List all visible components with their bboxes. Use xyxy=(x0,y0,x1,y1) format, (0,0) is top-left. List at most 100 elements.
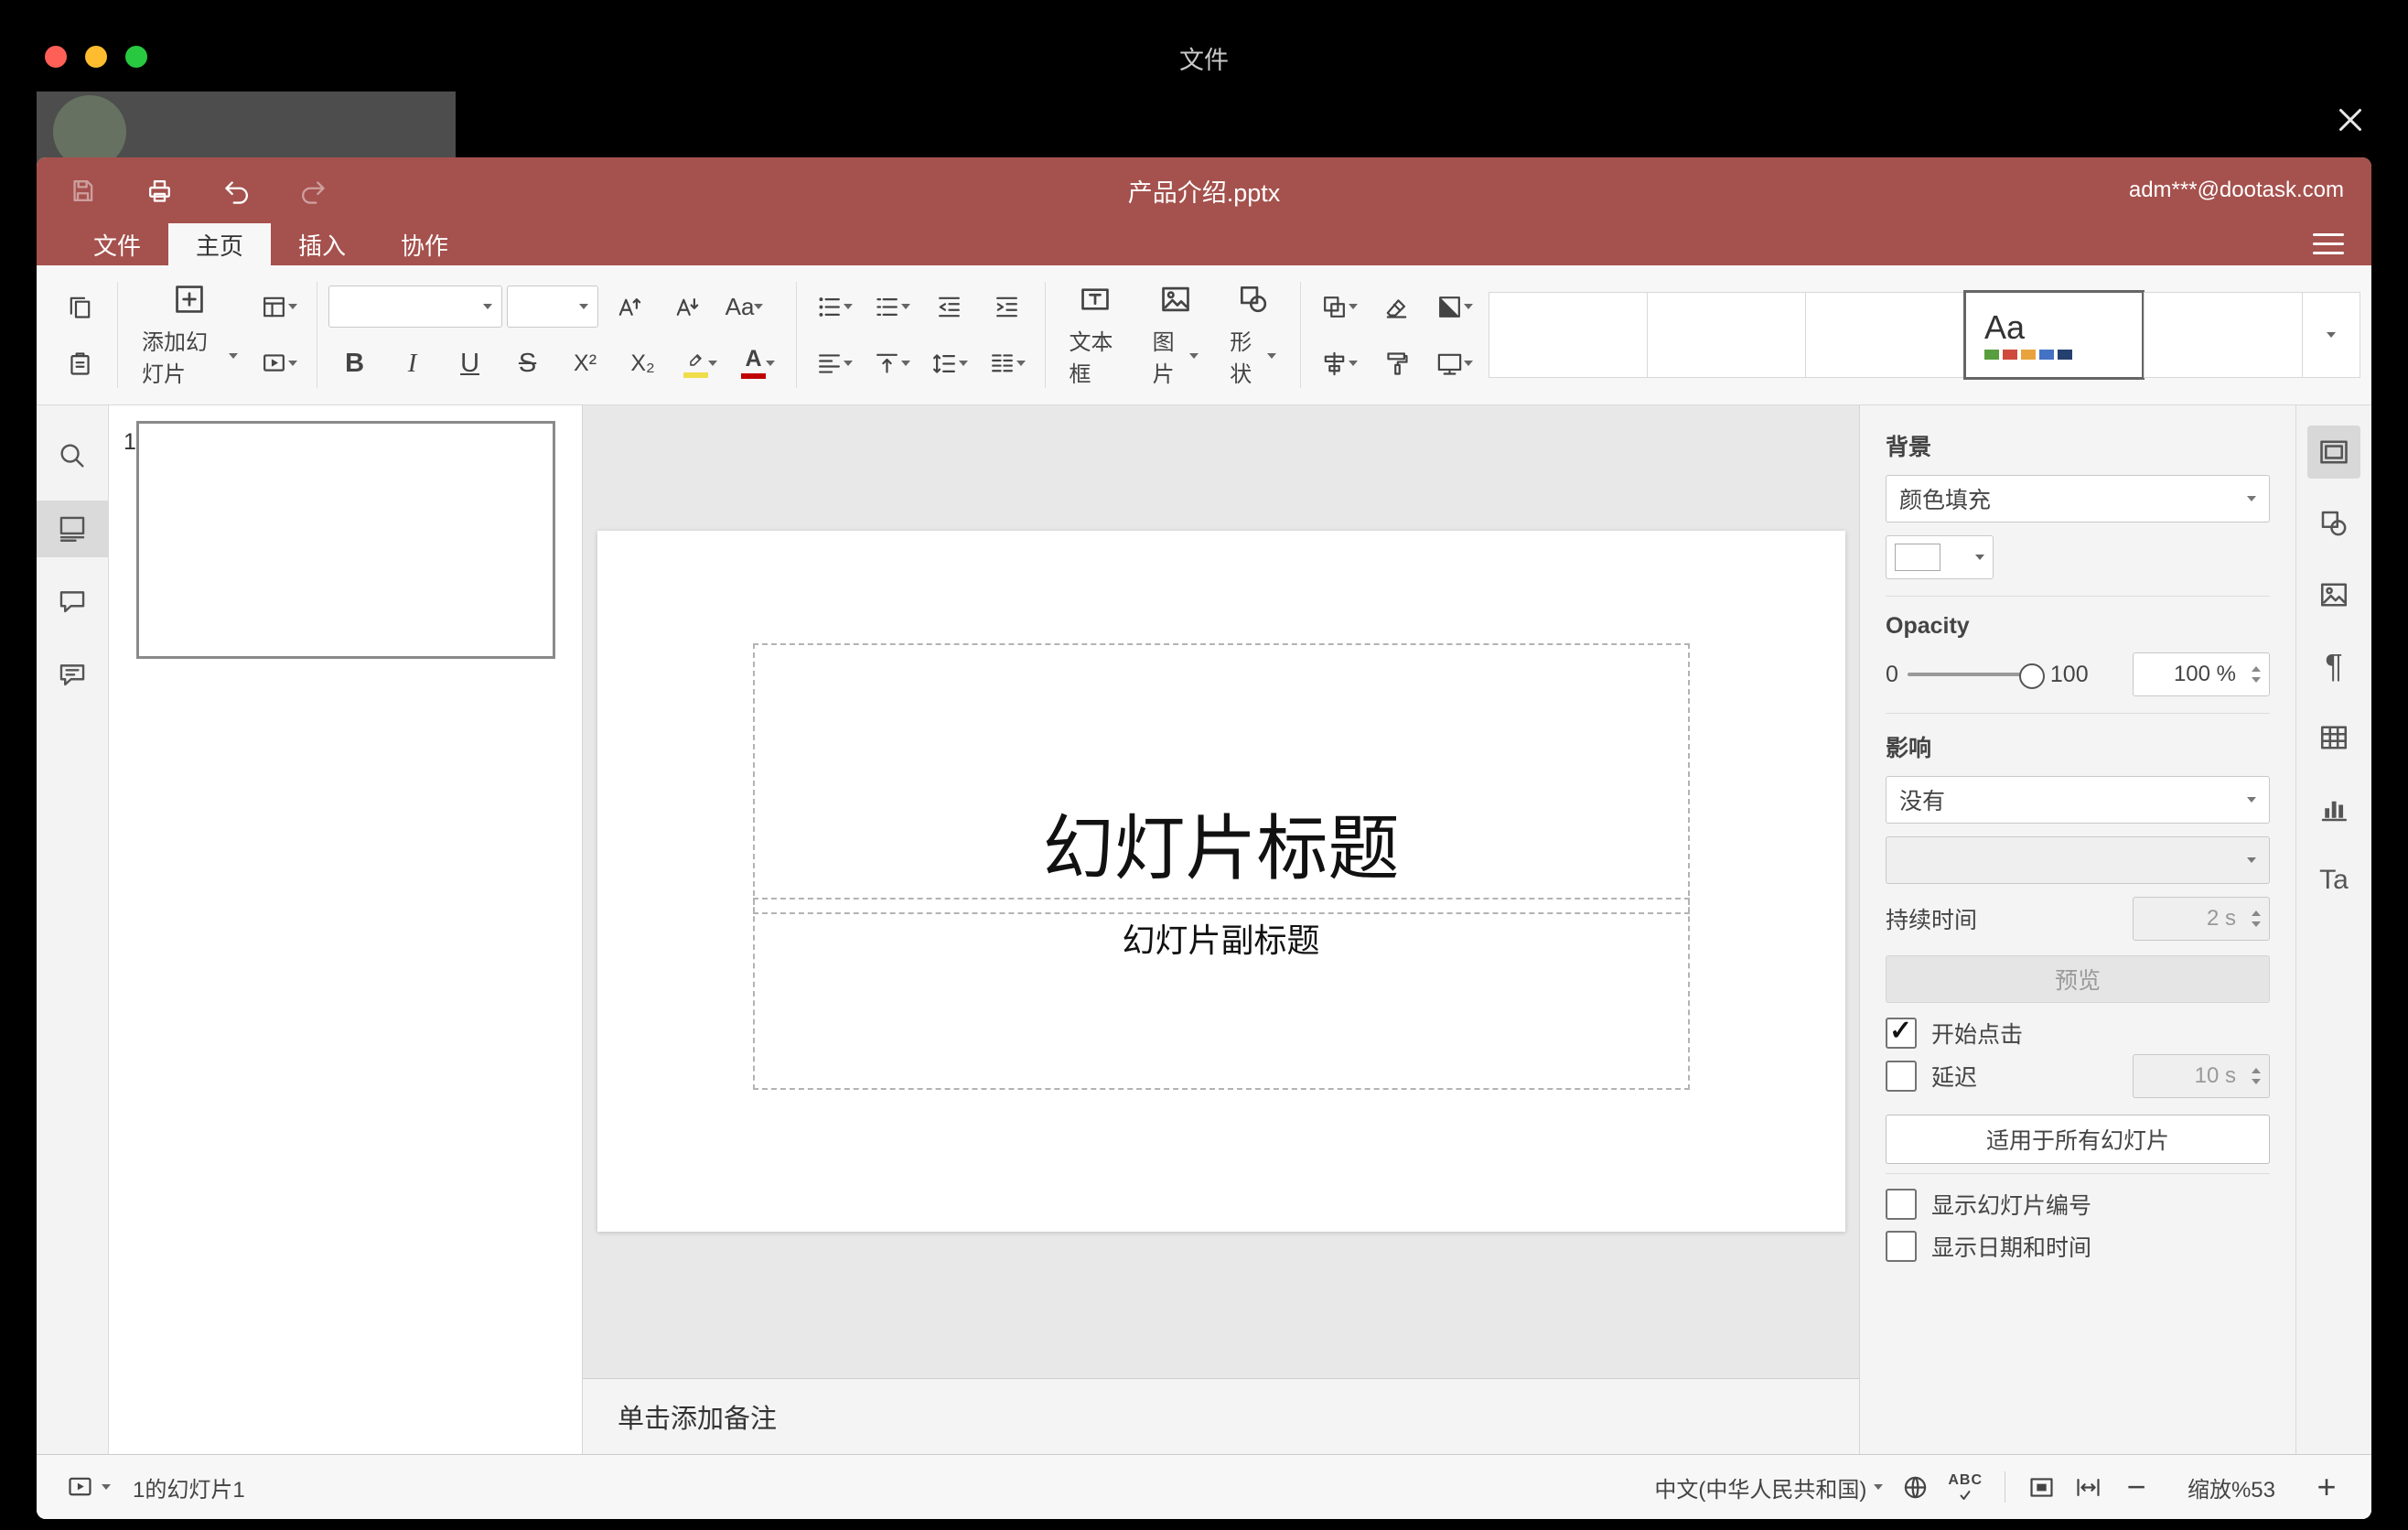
tab-home[interactable]: 主页 xyxy=(168,223,272,265)
decrease-font-button[interactable] xyxy=(661,283,714,330)
underline-button[interactable]: U xyxy=(444,339,497,387)
spellcheck-button[interactable]: ABC xyxy=(1942,1465,1988,1509)
change-case-button[interactable]: Aa xyxy=(718,283,771,330)
traffic-light-close[interactable] xyxy=(45,46,67,68)
search-button[interactable] xyxy=(37,427,108,484)
menu-icon[interactable] xyxy=(2313,233,2344,254)
subscript-button[interactable]: X₂ xyxy=(617,339,670,387)
bullets-button[interactable] xyxy=(808,283,861,330)
delay-row[interactable]: 延迟 xyxy=(1886,1055,1977,1097)
apply-to-all-slides-button[interactable]: 适用于所有幻灯片 xyxy=(1886,1115,2270,1164)
start-slideshow-status-button[interactable] xyxy=(60,1465,116,1509)
spinner-arrows[interactable] xyxy=(2252,1068,2261,1084)
slide-thumbnail[interactable] xyxy=(136,421,555,659)
columns-button[interactable] xyxy=(981,339,1034,387)
slide-canvas[interactable]: 幻灯片标题 幻灯片副标题 xyxy=(583,405,1859,1378)
image-settings-button[interactable] xyxy=(2307,568,2360,621)
show-date-time-row[interactable]: 显示日期和时间 xyxy=(1886,1225,2270,1267)
show-slide-number-row[interactable]: 显示幻灯片编号 xyxy=(1886,1183,2270,1225)
theme-tile-2[interactable] xyxy=(1647,292,1806,378)
align-shape-button[interactable] xyxy=(1312,339,1365,387)
tab-insert[interactable]: 插入 xyxy=(271,223,373,265)
theme-tile-5[interactable] xyxy=(2144,292,2303,378)
clear-style-button[interactable] xyxy=(1370,283,1423,330)
zoom-in-button[interactable]: + xyxy=(2306,1465,2348,1509)
table-settings-button[interactable] xyxy=(2307,711,2360,764)
slides-panel-button[interactable] xyxy=(37,501,108,557)
fill-type-select[interactable]: 颜色填充 xyxy=(1886,475,2270,523)
increase-font-button[interactable] xyxy=(603,283,656,330)
show-date-time-checkbox[interactable] xyxy=(1886,1231,1917,1262)
spinner-arrows[interactable] xyxy=(2252,910,2261,927)
increase-indent-button[interactable] xyxy=(981,283,1034,330)
duration-input[interactable]: 2 s xyxy=(2133,897,2270,941)
fit-to-width-button[interactable] xyxy=(2069,1465,2108,1509)
spinner-down-icon[interactable] xyxy=(2252,921,2261,927)
spinner-down-icon[interactable] xyxy=(2252,1079,2261,1084)
tab-file[interactable]: 文件 xyxy=(66,223,168,265)
copy-button[interactable] xyxy=(53,283,106,330)
set-language-button[interactable] xyxy=(1896,1465,1935,1509)
slide-settings-button[interactable] xyxy=(2307,426,2360,479)
add-slide-button[interactable]: 添加幻灯片 xyxy=(129,271,251,399)
theme-gallery-expand-button[interactable] xyxy=(2302,292,2360,378)
spinner-up-icon[interactable] xyxy=(2252,666,2261,672)
shape-settings-button[interactable] xyxy=(2307,497,2360,550)
opacity-input[interactable]: 100 % xyxy=(2133,652,2270,696)
notes-area[interactable]: 单击添加备注 xyxy=(583,1378,1859,1454)
print-button[interactable] xyxy=(141,172,177,209)
start-on-click-row[interactable]: 开始点击 xyxy=(1886,1012,2270,1054)
subtitle-placeholder[interactable]: 幻灯片副标题 xyxy=(752,898,1690,1090)
preview-button[interactable]: 预览 xyxy=(1886,955,2270,1003)
spinner-up-icon[interactable] xyxy=(2252,910,2261,916)
textart-settings-button[interactable]: Ta xyxy=(2307,854,2360,907)
insert-shape-button[interactable]: 形状 xyxy=(1217,271,1289,399)
font-size-combo[interactable] xyxy=(506,286,598,328)
traffic-light-minimize[interactable] xyxy=(85,46,107,68)
close-preview-button[interactable] xyxy=(2324,93,2377,146)
arrange-shape-button[interactable] xyxy=(1312,283,1365,330)
vertical-align-button[interactable] xyxy=(865,339,919,387)
horizontal-align-button[interactable] xyxy=(808,339,861,387)
tab-collaboration[interactable]: 协作 xyxy=(373,223,476,265)
paste-button[interactable] xyxy=(53,339,106,387)
background-color-picker[interactable] xyxy=(1886,535,1994,579)
slide-layout-button[interactable] xyxy=(253,283,306,330)
line-spacing-button[interactable] xyxy=(923,339,976,387)
strikethrough-button[interactable]: S xyxy=(501,339,554,387)
spinner-down-icon[interactable] xyxy=(2252,677,2261,683)
theme-tile-1[interactable] xyxy=(1489,292,1648,378)
theme-tile-current[interactable]: Aa xyxy=(1963,290,2145,380)
italic-button[interactable]: I xyxy=(386,339,439,387)
feedback-button[interactable] xyxy=(37,647,108,704)
numbering-button[interactable] xyxy=(865,283,919,330)
chart-settings-button[interactable] xyxy=(2307,782,2360,835)
save-button[interactable] xyxy=(64,172,101,209)
start-slideshow-button[interactable] xyxy=(253,339,306,387)
fit-to-slide-button[interactable] xyxy=(2022,1465,2061,1509)
delay-input[interactable]: 10 s xyxy=(2133,1054,2270,1098)
copy-style-button[interactable] xyxy=(1370,339,1423,387)
theme-tile-3[interactable] xyxy=(1805,292,1964,378)
opacity-slider-knob[interactable] xyxy=(2018,663,2045,689)
zoom-out-button[interactable]: − xyxy=(2115,1465,2157,1509)
insert-textbox-button[interactable]: 文本框 xyxy=(1057,271,1134,399)
paragraph-settings-button[interactable]: ¶ xyxy=(2307,640,2360,693)
decrease-indent-button[interactable] xyxy=(923,283,976,330)
spinner-up-icon[interactable] xyxy=(2252,1068,2261,1073)
redo-button[interactable] xyxy=(295,172,331,209)
font-name-combo[interactable] xyxy=(328,286,502,328)
font-color-button[interactable]: A xyxy=(732,339,785,387)
effect-variant-select[interactable] xyxy=(1886,836,2270,884)
show-slide-number-checkbox[interactable] xyxy=(1886,1189,1917,1220)
start-on-click-checkbox[interactable] xyxy=(1886,1015,1917,1049)
slide[interactable]: 幻灯片标题 幻灯片副标题 xyxy=(597,531,1845,1232)
traffic-light-zoom[interactable] xyxy=(125,46,147,68)
delay-checkbox[interactable] xyxy=(1886,1061,1917,1092)
slide-size-button[interactable] xyxy=(1427,339,1480,387)
language-selector[interactable]: 中文(中华人民共和国) xyxy=(1649,1465,1888,1509)
undo-button[interactable] xyxy=(218,172,254,209)
spinner-arrows[interactable] xyxy=(2252,666,2261,683)
insert-image-button[interactable]: 图片 xyxy=(1140,271,1212,399)
bold-button[interactable]: B xyxy=(328,339,382,387)
